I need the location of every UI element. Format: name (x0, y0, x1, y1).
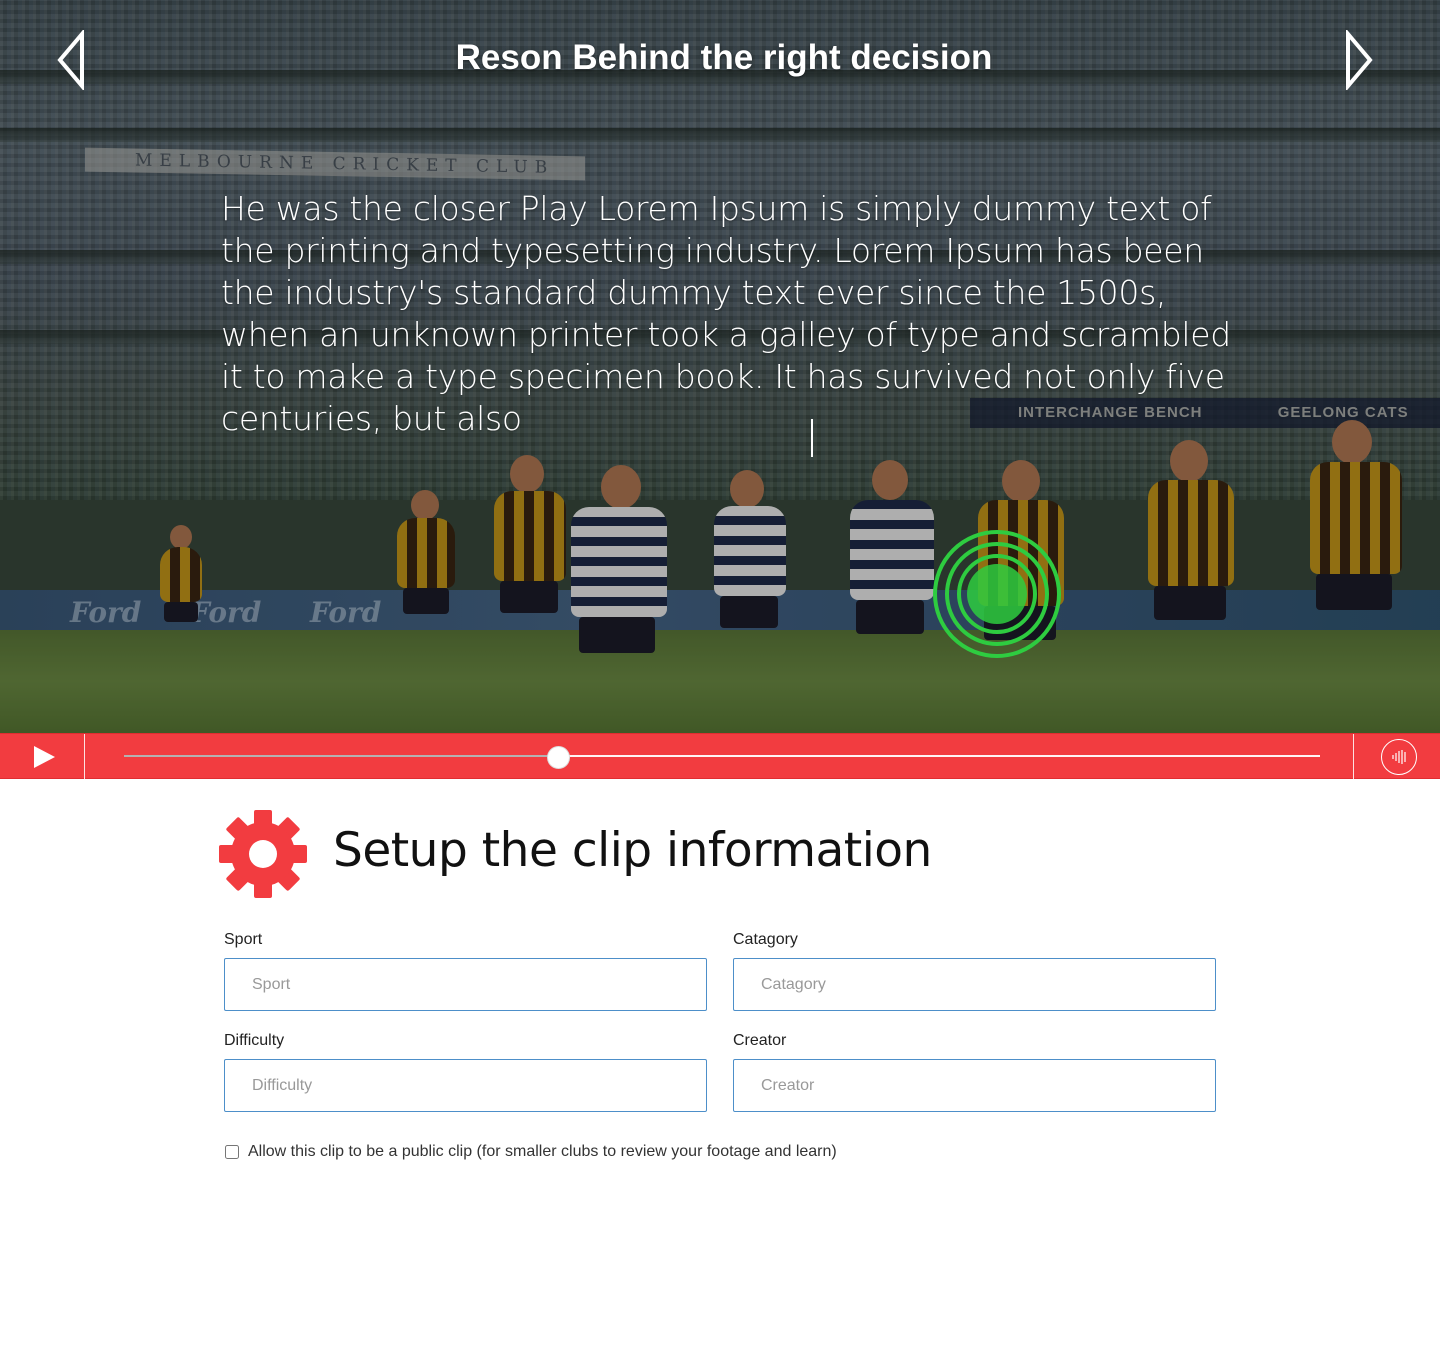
public-clip-checkbox[interactable] (225, 1145, 239, 1159)
progress-thumb[interactable] (547, 746, 571, 769)
play-icon (34, 746, 55, 768)
progress-track[interactable] (124, 755, 1320, 757)
gear-icon (219, 810, 307, 898)
target-hotspot-icon[interactable] (930, 528, 1064, 662)
sport-input[interactable] (224, 958, 707, 1011)
annotation-text[interactable]: He was the closer Play Lorem Ipsum is si… (221, 188, 1231, 440)
chevron-right-outline-icon[interactable] (1338, 30, 1378, 90)
difficulty-label: Difficulty (224, 1032, 285, 1049)
play-button[interactable] (0, 734, 85, 780)
category-label: Catagory (733, 931, 798, 948)
setup-title: Setup the clip information (333, 823, 932, 878)
creator-input[interactable] (733, 1059, 1216, 1112)
slide-title: Reson Behind the right decision (455, 38, 993, 77)
text-caret (811, 419, 813, 457)
video-player[interactable]: MELBOURNE CRICKET CLUB INTERCHANGE BENCH… (0, 0, 1440, 733)
setup-header: Setup the clip information (219, 809, 1119, 899)
audio-waveform-icon (1381, 739, 1417, 775)
sport-label: Sport (224, 931, 263, 948)
creator-label: Creator (733, 1032, 787, 1049)
category-input[interactable] (733, 958, 1216, 1011)
progress-fill (124, 755, 559, 757)
difficulty-input[interactable] (224, 1059, 707, 1112)
audio-button[interactable] (1353, 734, 1440, 780)
video-controls (0, 733, 1440, 780)
public-clip-label[interactable]: Allow this clip to be a public clip (for… (248, 1141, 837, 1163)
